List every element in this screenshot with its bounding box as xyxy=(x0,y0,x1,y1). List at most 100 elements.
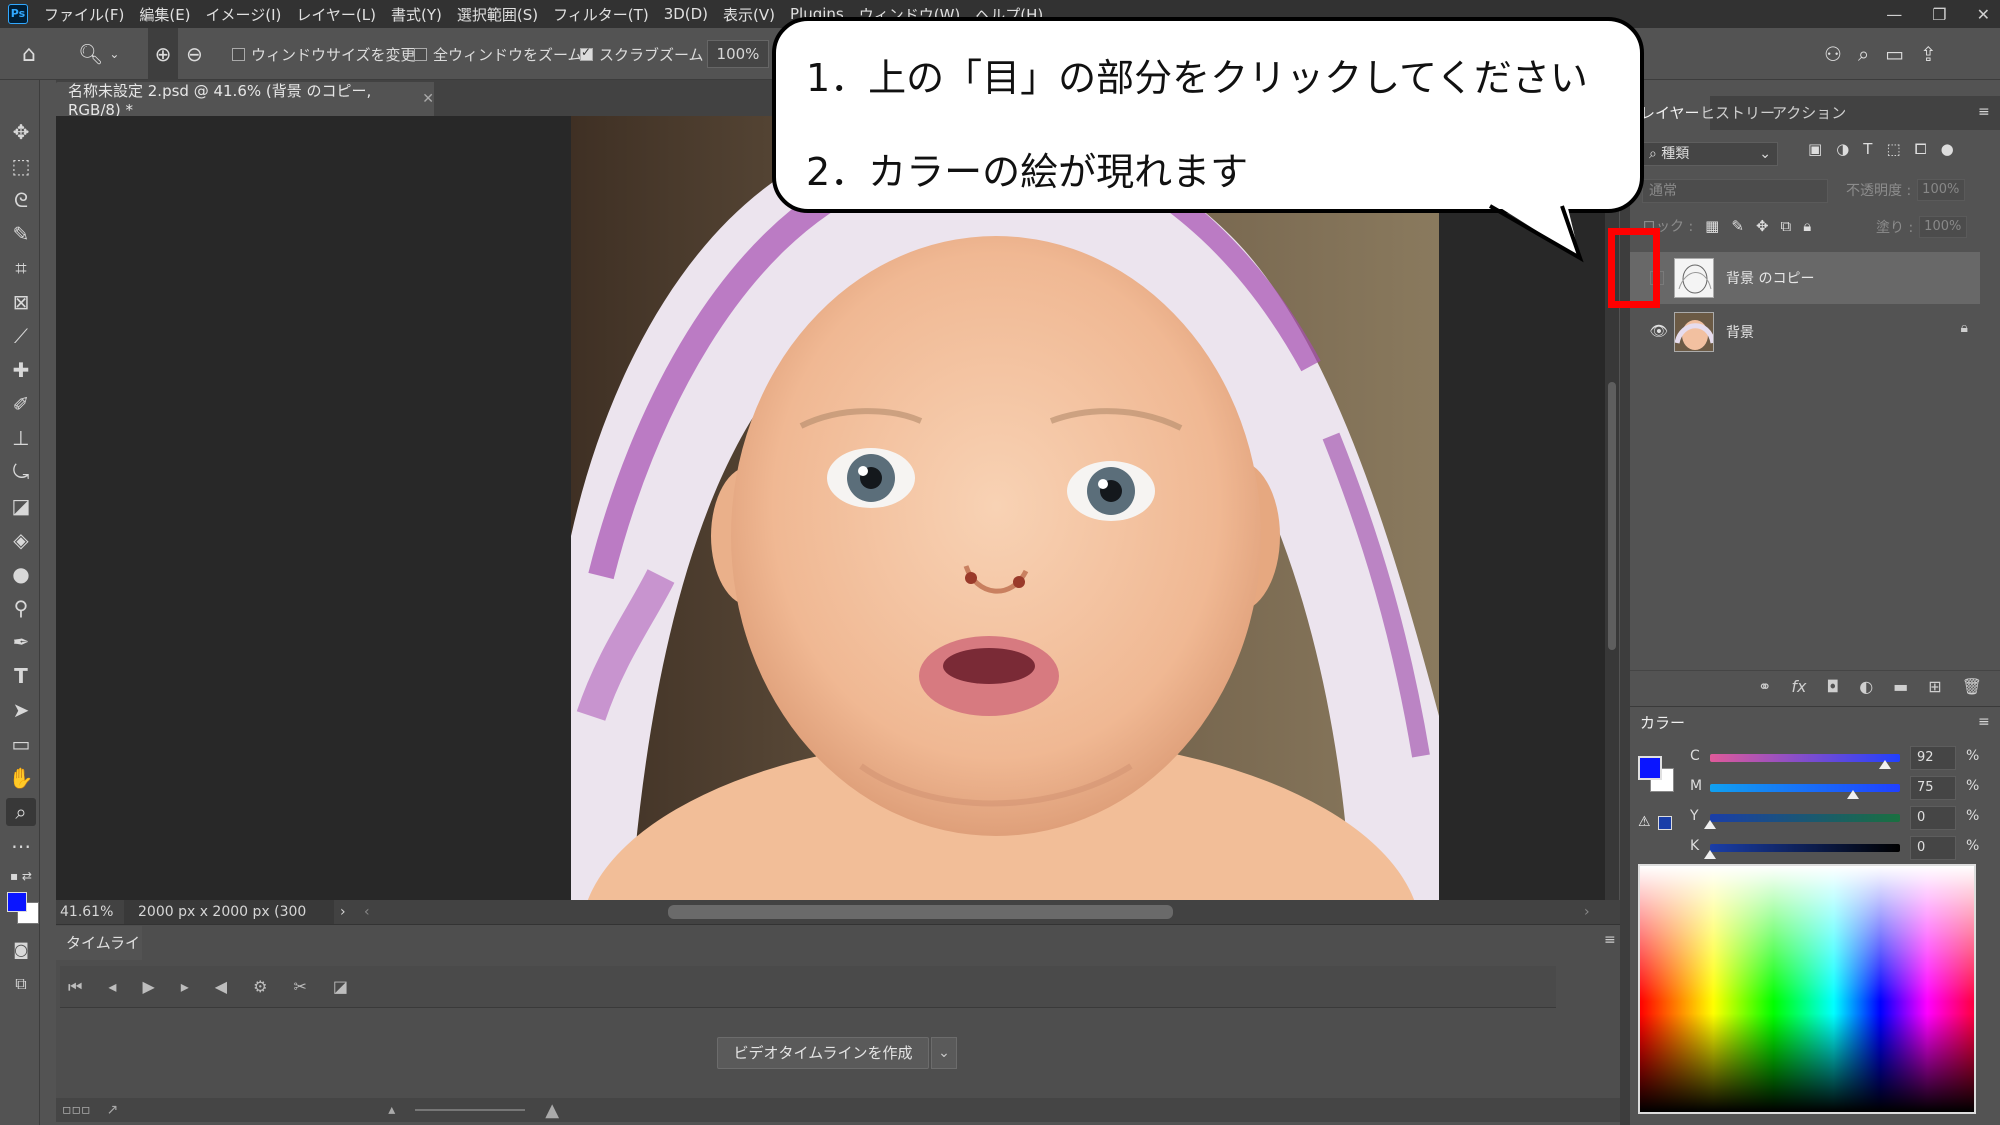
fill-field[interactable]: 100% xyxy=(1919,216,1968,238)
filter-smart-object-icon[interactable]: ⧠ xyxy=(1915,140,1927,158)
brush-tool-icon[interactable]: ✐ xyxy=(6,390,36,418)
menu-edit[interactable]: 編集(E) xyxy=(139,4,190,25)
zoom-tool-active-icon[interactable]: ⌕ xyxy=(6,798,36,826)
zoom-out-timeline-icon[interactable]: ▴ xyxy=(388,1102,395,1118)
lock-all-icon[interactable]: 🔒︎ xyxy=(1803,217,1811,235)
menu-select[interactable]: 選択範囲(S) xyxy=(457,4,538,25)
timeline-menu-icon[interactable]: ≡ xyxy=(1604,932,1616,948)
transition-icon[interactable]: ◪ xyxy=(333,977,348,996)
create-video-timeline-button[interactable]: ビデオタイムラインを作成 xyxy=(717,1037,929,1069)
lock-paint-icon[interactable]: ✎ xyxy=(1731,217,1744,235)
color-spectrum[interactable] xyxy=(1638,864,1976,1114)
new-group-icon[interactable]: ▬ xyxy=(1893,677,1908,696)
close-tab-icon[interactable]: ✕ xyxy=(422,91,434,107)
lock-transparent-icon[interactable]: ▦ xyxy=(1705,217,1719,235)
lock-position-icon[interactable]: ✥ xyxy=(1756,217,1769,235)
filter-adjustment-icon[interactable]: ◑ xyxy=(1836,140,1849,158)
magenta-slider-knob[interactable] xyxy=(1846,790,1859,799)
document-tab[interactable]: 名称未設定 2.psd @ 41.6% (背景 のコピー, RGB/8) * ✕ xyxy=(56,82,434,119)
zoom-in-icon[interactable]: ⊕ xyxy=(148,28,178,80)
healing-brush-icon[interactable]: ✚ xyxy=(6,356,36,384)
color-panel-menu-icon[interactable]: ≡ xyxy=(1978,714,1990,730)
more-tools-icon[interactable]: ⋯ xyxy=(6,832,36,860)
filter-shape-icon[interactable]: ⬚ xyxy=(1886,140,1900,158)
workspace-icon[interactable]: ▭ xyxy=(1885,42,1904,66)
yellow-value-field[interactable]: 0 xyxy=(1910,806,1956,830)
menu-filter[interactable]: フィルター(T) xyxy=(553,4,649,25)
trash-icon[interactable]: 🗑︎ xyxy=(1962,677,1982,696)
horizontal-scroll-thumb[interactable] xyxy=(668,905,1173,919)
pen-tool-icon[interactable]: ✒ xyxy=(6,628,36,656)
hand-tool-icon[interactable]: ✋ xyxy=(6,764,36,792)
zoom-value-field[interactable]: 100% xyxy=(707,40,769,68)
menu-view[interactable]: 表示(V) xyxy=(723,4,775,25)
menu-3d[interactable]: 3D(D) xyxy=(664,5,708,23)
scrubby-zoom-option[interactable]: スクラブズーム xyxy=(580,28,704,80)
fx-icon[interactable]: fx xyxy=(1791,677,1806,696)
scroll-left-icon[interactable]: ‹ xyxy=(364,900,370,924)
screen-mode-icon[interactable]: ⧉ xyxy=(6,970,36,998)
paint-bucket-icon[interactable]: ◈ xyxy=(6,526,36,554)
swap-colors-icon[interactable]: ▪ ⇄ xyxy=(4,862,38,890)
magenta-slider-track[interactable] xyxy=(1710,784,1900,792)
resize-windows-option[interactable]: ウィンドウサイズを変更 xyxy=(232,28,416,80)
zoom-out-icon[interactable]: ⊖ xyxy=(186,28,203,80)
restore-icon[interactable]: ❐ xyxy=(1932,5,1946,24)
menu-image[interactable]: イメージ(I) xyxy=(206,4,282,25)
yellow-slider-knob[interactable] xyxy=(1704,820,1716,829)
black-value-field[interactable]: 0 xyxy=(1910,836,1956,860)
layer-filter-kind[interactable]: ⌕ 種類 ⌄ xyxy=(1642,142,1778,166)
frame-mode-icon[interactable]: ▫▫▫ xyxy=(62,1102,90,1118)
black-slider-knob[interactable] xyxy=(1704,850,1716,859)
cyan-slider-knob[interactable] xyxy=(1878,760,1891,769)
quick-select-tool-icon[interactable]: ✎ xyxy=(6,220,36,248)
close-icon[interactable]: ✕ xyxy=(1977,5,1990,24)
go-first-frame-icon[interactable]: ⏮ xyxy=(68,977,82,997)
filter-toggle-icon[interactable]: ● xyxy=(1941,140,1954,158)
adjustment-layer-icon[interactable]: ◐ xyxy=(1859,677,1873,696)
resize-windows-checkbox[interactable] xyxy=(232,47,245,61)
black-slider-track[interactable] xyxy=(1710,844,1900,852)
minimize-icon[interactable]: — xyxy=(1886,5,1902,24)
settings-gear-icon[interactable]: ⚙ xyxy=(253,977,267,996)
split-scissors-icon[interactable]: ✂ xyxy=(293,977,306,996)
menu-type[interactable]: 書式(Y) xyxy=(391,4,442,25)
new-layer-icon[interactable]: ⊞ xyxy=(1928,677,1941,696)
move-tool-icon[interactable]: ✥ xyxy=(6,118,36,146)
rectangle-tool-icon[interactable]: ▭ xyxy=(6,730,36,758)
zoom-in-timeline-icon[interactable]: ▲ xyxy=(545,1100,559,1121)
tab-color[interactable]: カラー xyxy=(1630,706,1690,740)
next-frame-icon[interactable]: ▸ xyxy=(181,977,189,996)
audio-icon[interactable]: ◀ xyxy=(215,977,227,996)
history-brush-icon[interactable]: ⤿ xyxy=(6,458,36,486)
foreground-color-swatch[interactable] xyxy=(7,892,27,912)
color-panel-foreground-swatch[interactable] xyxy=(1638,756,1662,780)
dodge-tool-icon[interactable]: ⚲ xyxy=(6,594,36,622)
baby-photo-canvas[interactable] xyxy=(571,116,1439,900)
vertical-scroll-thumb[interactable] xyxy=(1608,382,1616,650)
play-icon[interactable]: ▶ xyxy=(142,977,154,996)
frame-tool-icon[interactable]: ⊠ xyxy=(6,288,36,316)
zoom-status[interactable]: 41.61% xyxy=(60,900,113,924)
eraser-tool-icon[interactable]: ◪ xyxy=(6,492,36,520)
filter-pixel-icon[interactable]: ▣ xyxy=(1808,140,1822,158)
search-icon[interactable]: ⌕ xyxy=(1858,42,1869,66)
gamut-color-swatch[interactable] xyxy=(1658,816,1672,830)
menu-file[interactable]: ファイル(F) xyxy=(44,4,124,25)
status-expand-icon[interactable]: › xyxy=(340,900,346,924)
scrubby-zoom-checkbox[interactable] xyxy=(580,45,593,61)
prev-frame-icon[interactable]: ◂ xyxy=(108,977,116,996)
lasso-tool-icon[interactable]: ᘓ xyxy=(6,186,36,214)
link-layers-icon[interactable]: ⚭ xyxy=(1758,677,1771,696)
cyan-value-field[interactable]: 92 xyxy=(1910,746,1956,770)
type-tool-icon[interactable]: T xyxy=(6,662,36,690)
crop-tool-icon[interactable]: ⌗ xyxy=(6,254,36,282)
render-icon[interactable]: ↗ xyxy=(106,1102,118,1118)
blur-tool-icon[interactable]: ● xyxy=(6,560,36,588)
layer-row-background-copy[interactable]: 背景 のコピー xyxy=(1630,252,1980,304)
magenta-value-field[interactable]: 75 xyxy=(1910,776,1956,800)
cyan-slider-track[interactable] xyxy=(1710,754,1900,762)
layers-panel-menu-icon[interactable]: ≡ xyxy=(1978,104,1990,120)
yellow-slider-track[interactable] xyxy=(1710,814,1900,822)
zoom-tool-icon[interactable]: 🔍︎ ⌄ xyxy=(78,28,119,80)
